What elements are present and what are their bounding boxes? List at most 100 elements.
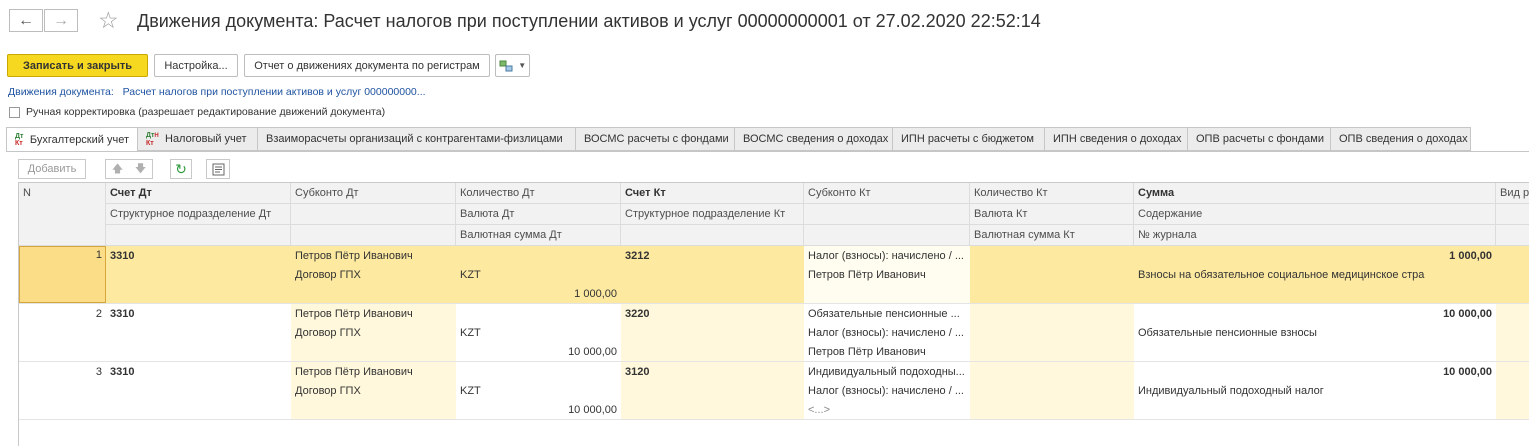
manual-edit-checkbox[interactable] <box>9 107 20 118</box>
cursum-dt[interactable]: 1 000,00 <box>456 284 621 304</box>
col-qty-kt[interactable]: Количество Кт <box>970 183 1134 204</box>
col-qty-dt[interactable]: Количество Дт <box>456 183 621 204</box>
acc-dt[interactable]: 3310 <box>106 304 291 324</box>
acc-dt[interactable]: 3310 <box>106 246 291 266</box>
tab-settlements[interactable]: Взаиморасчеты организаций с контрагентам… <box>258 127 576 151</box>
tab-label: ВОСМС расчеты с фондами <box>584 133 729 145</box>
cur-dt[interactable]: KZT <box>456 323 621 343</box>
tab-accounting[interactable]: Дт Кт Бухгалтерский учет <box>6 127 138 152</box>
movements-table[interactable]: N Счет Дт Структурное подразделение Дт С… <box>18 182 1529 446</box>
col-empty <box>291 225 456 246</box>
tab-label: Бухгалтерский учет <box>29 133 129 146</box>
acc-kt[interactable]: 3220 <box>621 304 804 324</box>
document-link-value[interactable]: Расчет налогов при поступлении активов и… <box>123 86 426 98</box>
sub-kt[interactable]: Петров Пётр Иванович <box>804 342 970 362</box>
output-list-button[interactable] <box>206 159 230 179</box>
content[interactable]: Взносы на обязательное социальное медици… <box>1134 265 1496 285</box>
tab-opv-funds[interactable]: ОПВ расчеты с фондами <box>1188 127 1331 151</box>
register-tabs: Дт Кт Бухгалтерский учет ДтН Кт Налоговый … <box>6 127 1471 152</box>
acc-dt[interactable]: 3310 <box>106 362 291 382</box>
col-empty <box>291 204 456 225</box>
col-journal[interactable]: № журнала <box>1134 225 1496 246</box>
move-up-icon[interactable]: 🡅 <box>112 160 123 179</box>
sub-kt[interactable]: Обязательные пенсионные ... <box>804 304 970 324</box>
chevron-down-icon: ▼ <box>518 61 527 70</box>
sub-dt[interactable]: Договор ГПХ <box>291 323 456 343</box>
col-empty <box>106 225 291 246</box>
col-acc-dt[interactable]: Счет Дт <box>106 183 291 204</box>
col-acc-kt[interactable]: Счет Кт <box>621 183 804 204</box>
sub-dt[interactable]: Петров Пётр Иванович <box>291 246 456 266</box>
report-button[interactable]: Отчет о движениях документа по регистрам <box>244 54 490 77</box>
sub-kt-empty[interactable] <box>804 284 970 303</box>
cursum-dt[interactable]: 10 000,00 <box>456 342 621 362</box>
cursum-dt[interactable]: 10 000,00 <box>456 400 621 420</box>
col-extra[interactable]: Вид р <box>1496 183 1529 204</box>
col-content[interactable]: Содержание <box>1134 204 1496 225</box>
col-sub-kt[interactable]: Субконто Кт <box>804 183 970 204</box>
sub-dt[interactable]: Петров Пётр Иванович <box>291 362 456 382</box>
col-empty <box>804 225 970 246</box>
tab-label: ИПН расчеты с бюджетом <box>901 133 1034 145</box>
col-div-dt[interactable]: Структурное подразделение Дт <box>106 204 291 225</box>
acc-kt[interactable]: 3120 <box>621 362 804 382</box>
sub-kt[interactable]: Налог (взносы): начислено / ... <box>804 323 970 343</box>
settings-button[interactable]: Настройка... <box>154 54 238 77</box>
tab-label: ОПВ сведения о доходах <box>1339 133 1468 145</box>
structure-icon <box>499 60 513 71</box>
cur-dt[interactable]: KZT <box>456 265 621 285</box>
sub-dt[interactable]: Договор ГПХ <box>291 381 456 401</box>
save-and-close-button[interactable]: Записать и закрыть <box>7 54 148 77</box>
content[interactable]: Обязательные пенсионные взносы <box>1134 323 1496 343</box>
document-link[interactable]: Движения документа: Расчет налогов при п… <box>8 86 426 98</box>
page-title: Движения документа: Расчет налогов при п… <box>137 11 1041 31</box>
sum[interactable]: 10 000,00 <box>1134 362 1496 382</box>
cur-dt[interactable]: KZT <box>456 381 621 401</box>
col-cur-kt[interactable]: Валюта Кт <box>970 204 1134 225</box>
col-empty <box>621 225 804 246</box>
col-empty <box>804 204 970 225</box>
forward-button[interactable]: → <box>44 9 78 32</box>
tab-vosms-income[interactable]: ВОСМС сведения о доходах <box>735 127 893 151</box>
star-icon[interactable]: ☆ <box>98 7 119 34</box>
content[interactable]: Индивидуальный подоходный налог <box>1134 381 1496 401</box>
row-number: 2 <box>95 308 102 320</box>
tab-ipn-income[interactable]: ИПН сведения о доходах <box>1045 127 1188 151</box>
tab-divider <box>6 151 1529 152</box>
tax-register-icon: ДтН Кт <box>146 131 159 147</box>
move-down-icon[interactable]: 🡇 <box>135 160 146 179</box>
acc-kt[interactable]: 3212 <box>621 246 804 266</box>
sub-kt[interactable]: Индивидуальный подоходны... <box>804 362 970 382</box>
accounting-register-icon: Дт Кт <box>15 132 24 147</box>
add-row-button[interactable]: Добавить <box>18 159 86 179</box>
col-cursum-kt[interactable]: Валютная сумма Кт <box>970 225 1134 246</box>
sub-dt[interactable]: Договор ГПХ <box>291 265 456 285</box>
sum[interactable]: 1 000,00 <box>1134 246 1496 266</box>
tab-ipn-budget[interactable]: ИПН расчеты с бюджетом <box>893 127 1045 151</box>
sub-kt[interactable]: Петров Пётр Иванович <box>804 265 970 285</box>
sub-kt[interactable]: Налог (взносы): начислено / ... <box>804 381 970 401</box>
col-cursum-dt[interactable]: Валютная сумма Дт <box>456 225 621 246</box>
col-n[interactable]: N <box>19 183 106 246</box>
col-div-kt[interactable]: Структурное подразделение Кт <box>621 204 804 225</box>
arrow-left-icon: ← <box>18 11 34 29</box>
move-buttons[interactable]: 🡅 🡇 <box>105 159 153 179</box>
arrow-right-icon: → <box>53 11 69 29</box>
structure-menu-button[interactable]: ▼ <box>495 54 530 77</box>
sub-kt[interactable]: Налог (взносы): начислено / ... <box>804 246 970 266</box>
col-cur-dt[interactable]: Валюта Дт <box>456 204 621 225</box>
extra-bg <box>1496 304 1529 361</box>
extra-bg <box>1496 362 1529 419</box>
col-sub-dt[interactable]: Субконто Дт <box>291 183 456 204</box>
tab-vosms-funds[interactable]: ВОСМС расчеты с фондами <box>576 127 735 151</box>
tab-tax[interactable]: ДтН Кт Налоговый учет <box>138 127 258 151</box>
back-button[interactable]: ← <box>9 9 43 32</box>
tab-label: ИПН сведения о доходах <box>1053 133 1182 145</box>
tab-label: ВОСМС сведения о доходах <box>743 133 889 145</box>
sub-dt[interactable]: Петров Пётр Иванович <box>291 304 456 324</box>
col-sum[interactable]: Сумма <box>1134 183 1496 204</box>
tab-opv-income[interactable]: ОПВ сведения о доходах <box>1331 127 1471 151</box>
sub-kt-more[interactable]: <...> <box>804 400 970 420</box>
refresh-button[interactable]: ↻ <box>170 159 192 179</box>
sum[interactable]: 10 000,00 <box>1134 304 1496 324</box>
